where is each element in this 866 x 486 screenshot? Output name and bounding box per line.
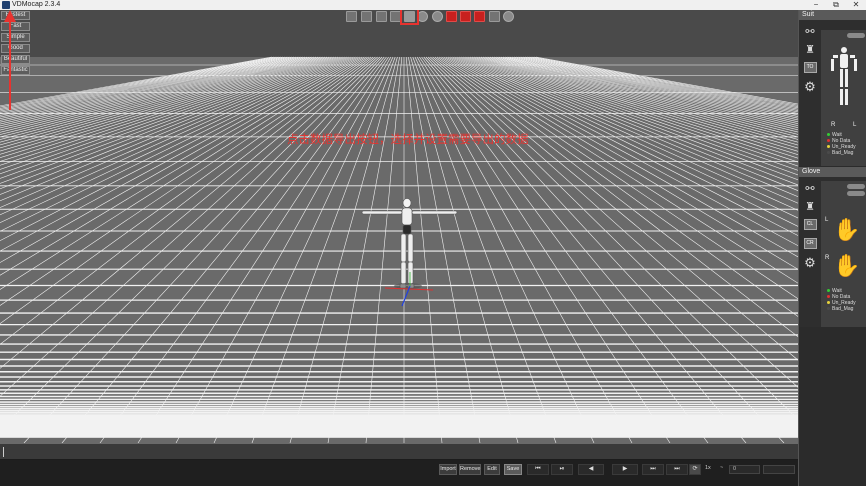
minimize-button[interactable]: − [806, 0, 826, 10]
help-icon[interactable] [503, 11, 514, 22]
vdmocap-window: VDMocap 2.3.4 − ⧉ ✕ Fastest Fast Simple … [0, 0, 866, 486]
edit-button[interactable]: Edit [484, 464, 500, 475]
legend-bad-mag: Bad_Mag [827, 306, 856, 312]
suit-panel-title: Suit [799, 10, 866, 20]
glove-toggle-1[interactable] [847, 184, 865, 189]
window-title: VDMocap 2.3.4 [12, 1, 61, 8]
status-cursor [3, 447, 4, 457]
annotation-arrow-icon [4, 10, 16, 110]
glove-settings-gear-icon[interactable]: ⚙ [801, 256, 819, 269]
glove-panel: ⚯ ♜ CL CR ⚙ L ✋ R ✋ Wait No Data Un_Read… [799, 177, 866, 327]
toolbar-view-3-icon[interactable] [376, 11, 387, 22]
status-bar [0, 443, 798, 460]
dot-icon [827, 301, 830, 305]
3d-viewport[interactable]: Fastest Fast Simple Good Beautiful Fanta… [0, 10, 798, 443]
remove-button[interactable]: Remove [459, 464, 481, 475]
step-back-button[interactable]: ⏯ [551, 464, 573, 475]
toolbar-view-1-icon[interactable] [346, 11, 357, 22]
glove-panel-title: Glove [799, 167, 866, 177]
glove-status-legend: Wait No Data Un_Ready Bad_Mag [827, 288, 856, 312]
dot-icon [827, 295, 830, 299]
step-forward-button[interactable]: ⏭ [642, 464, 664, 475]
suit-settings-gear-icon[interactable]: ⚙ [801, 80, 819, 93]
app-icon [2, 1, 10, 9]
legend-bad-mag: Bad_Mag [827, 150, 856, 156]
glove-cl-button[interactable]: CL [803, 219, 817, 230]
annotation-text: 点击数据导出按钮，选择并设置需要导出的数据 [287, 134, 529, 146]
time-input[interactable] [763, 465, 795, 474]
suit-status-legend: Wait No Data Un_Ready Bad_Mag [827, 132, 856, 156]
playback-bar: Import Remove Edit Save ⏮ ⏯ ◀ ▶ ⏭ ⏭ ⟳ 1x… [0, 460, 798, 486]
suit-panel: ⚯ ♜ TO ⚙ R L Wait No Data Un_Ready Bad_M… [799, 20, 866, 166]
close-button[interactable]: ✕ [846, 0, 866, 10]
skip-end-button[interactable]: ⏭ [666, 464, 688, 475]
toolbar-red-1-icon[interactable] [446, 11, 457, 22]
toolbar-red-3-icon[interactable] [474, 11, 485, 22]
dot-icon [827, 151, 830, 155]
save-button[interactable]: Save [504, 464, 522, 475]
dot-icon [827, 307, 830, 311]
export-highlight-box [400, 10, 419, 25]
skip-start-button[interactable]: ⏮ [527, 464, 549, 475]
speed-label: 1x [705, 465, 711, 471]
suit-body-figure-icon [831, 47, 857, 105]
skeleton-icon[interactable]: ♜ [801, 44, 819, 56]
glove-cr-button[interactable]: CR [803, 238, 817, 249]
loop-icon[interactable]: ⟳ [689, 464, 701, 475]
play-reverse-button[interactable]: ◀ [578, 464, 604, 475]
import-button[interactable]: Import [439, 464, 457, 475]
dot-icon [827, 145, 830, 149]
toolbar-list-icon[interactable] [489, 11, 500, 22]
toolbar-red-2-icon[interactable] [460, 11, 471, 22]
right-hand-icon: ✋ [833, 253, 861, 278]
glove-toggle-2[interactable] [847, 191, 865, 196]
glove-left-label: L [825, 217, 829, 223]
dot-icon [827, 289, 830, 293]
play-button[interactable]: ▶ [612, 464, 638, 475]
link-icon[interactable]: ⚯ [801, 183, 819, 195]
title-bar: VDMocap 2.3.4 − ⧉ ✕ [0, 0, 866, 10]
glove-right-label: R [825, 255, 830, 261]
maximize-button[interactable]: ⧉ [826, 0, 846, 10]
skeleton-icon[interactable]: ♜ [801, 201, 819, 213]
mocap-character [361, 198, 458, 307]
dot-icon [827, 139, 830, 143]
frame-input[interactable]: 0 [729, 465, 760, 474]
left-hand-icon: ✋ [833, 217, 861, 242]
toolbar-view-2-icon[interactable] [361, 11, 372, 22]
device-panel: Suit ⚯ ♜ TO ⚙ R L Wait No Data Un_Ready … [798, 10, 866, 486]
suit-right-label: R [831, 122, 836, 128]
dot-icon [827, 133, 830, 137]
suit-to-button[interactable]: TO [803, 62, 817, 73]
speed-dash: ~ [720, 465, 724, 471]
suit-left-label: L [853, 122, 857, 128]
suit-toggle[interactable] [847, 33, 865, 38]
toolbar-record-icon[interactable] [432, 11, 443, 22]
link-icon[interactable]: ⚯ [801, 26, 819, 38]
